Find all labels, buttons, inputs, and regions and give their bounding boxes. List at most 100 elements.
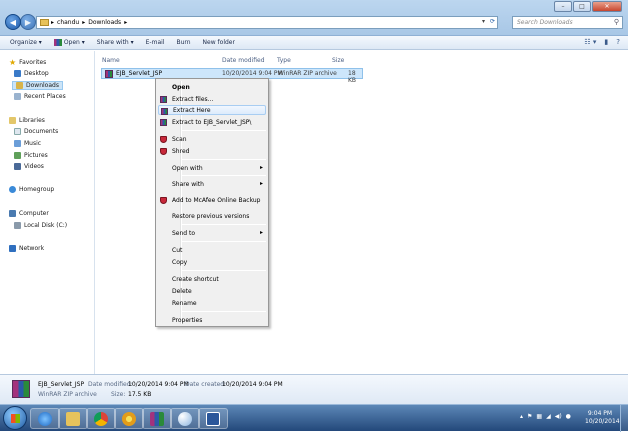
- folder-icon: [40, 19, 49, 26]
- menu-mcafee-backup[interactable]: Add to McAfee Online Backup: [158, 195, 266, 205]
- word-icon: [206, 411, 220, 426]
- pictures-icon: [14, 152, 21, 159]
- menu-separator: [182, 130, 266, 131]
- taskbar-explorer-button[interactable]: [58, 408, 88, 429]
- menu-send-to[interactable]: Send to ▸: [158, 228, 266, 238]
- forward-button[interactable]: ▶: [20, 14, 36, 30]
- volume-icon[interactable]: ◀): [555, 413, 562, 420]
- address-bar[interactable]: ▸ chandu ▸ Downloads ▸ ▾ ⟳: [36, 16, 498, 29]
- details-size-label: Size:: [111, 391, 126, 398]
- menu-delete[interactable]: Delete: [158, 286, 266, 296]
- flag-icon[interactable]: ⚑: [527, 413, 532, 420]
- winrar-archive-icon: [12, 380, 30, 398]
- minimize-button[interactable]: –: [554, 1, 572, 12]
- taskbar-ie-button[interactable]: [30, 408, 60, 429]
- mcafee-shield-icon: [160, 148, 167, 155]
- new-folder-button[interactable]: New folder: [203, 39, 235, 46]
- view-options-icon[interactable]: ☷ ▾: [584, 38, 596, 46]
- refresh-icon[interactable]: ⟳: [490, 18, 495, 25]
- menu-label: Delete: [172, 287, 192, 295]
- nav-downloads[interactable]: Downloads: [12, 81, 63, 90]
- address-dropdown-icon[interactable]: ▾: [482, 18, 485, 25]
- menu-copy[interactable]: Copy: [158, 257, 266, 267]
- nav-music[interactable]: Music: [14, 140, 41, 147]
- email-button[interactable]: E-mail: [146, 39, 165, 46]
- star-icon: ★: [9, 58, 17, 67]
- start-button[interactable]: [3, 406, 27, 430]
- network-icon: [9, 245, 16, 252]
- nav-libraries[interactable]: Libraries: [9, 117, 45, 124]
- nav-label: Documents: [24, 128, 59, 135]
- preview-pane-icon[interactable]: ▮: [604, 38, 608, 46]
- signal-icon[interactable]: ◢: [546, 413, 551, 420]
- search-icon[interactable]: ⚲: [614, 18, 619, 26]
- computer-icon: [9, 210, 16, 217]
- help-icon[interactable]: ?: [616, 38, 620, 46]
- taskbar-word-button[interactable]: [198, 408, 228, 429]
- tray-expand-icon[interactable]: ▴: [520, 413, 523, 420]
- submenu-arrow-icon: ▸: [259, 229, 263, 236]
- nav-label: Network: [19, 245, 45, 252]
- menu-rename[interactable]: Rename: [158, 298, 266, 308]
- nav-label: Homegroup: [19, 186, 55, 193]
- clock[interactable]: 9:04 PM 10/20/2014: [585, 410, 620, 426]
- menu-open-with[interactable]: Open with ▸: [158, 163, 266, 173]
- taskbar-chrome-button[interactable]: [86, 408, 116, 429]
- nav-pictures[interactable]: Pictures: [14, 152, 48, 159]
- menu-restore-previous-versions[interactable]: Restore previous versions: [158, 211, 266, 221]
- search-input[interactable]: Search Downloads ⚲: [512, 16, 623, 29]
- menu-share-with[interactable]: Share with ▸: [158, 179, 266, 189]
- status-icon[interactable]: ●: [566, 413, 571, 420]
- menu-cut[interactable]: Cut: [158, 245, 266, 255]
- menu-scan[interactable]: Scan: [158, 134, 266, 144]
- close-button[interactable]: ✕: [592, 1, 622, 12]
- crumb-separator[interactable]: ▸: [124, 19, 127, 26]
- organize-button[interactable]: Organize ▾: [10, 39, 42, 46]
- homegroup-icon: [9, 186, 16, 193]
- show-desktop-button[interactable]: [620, 405, 628, 432]
- taskbar-paint-button[interactable]: [170, 408, 200, 429]
- nav-local-disk[interactable]: Local Disk (C:): [14, 222, 67, 229]
- taskbar-winrar-button[interactable]: [142, 408, 172, 429]
- nav-network[interactable]: Network: [9, 245, 44, 252]
- submenu-arrow-icon: ▸: [259, 164, 263, 171]
- network-tray-icon[interactable]: ▦: [536, 413, 542, 420]
- column-date-modified[interactable]: Date modified: [222, 57, 265, 64]
- menu-create-shortcut[interactable]: Create shortcut: [158, 274, 266, 284]
- nav-documents[interactable]: Documents: [14, 128, 58, 135]
- taskbar-app-button[interactable]: [114, 408, 144, 429]
- details-date-modified: 10/20/2014 9:04 PM: [128, 381, 189, 388]
- breadcrumb-downloads[interactable]: Downloads: [88, 19, 121, 26]
- file-date: 10/20/2014 9:04 PM: [222, 70, 283, 77]
- crumb-separator[interactable]: ▸: [82, 19, 85, 26]
- nav-recent-places[interactable]: Recent Places: [14, 93, 66, 100]
- nav-computer[interactable]: Computer: [9, 210, 49, 217]
- menu-separator: [182, 270, 266, 271]
- nav-homegroup[interactable]: Homegroup: [9, 186, 54, 193]
- nav-desktop[interactable]: Desktop: [14, 70, 49, 77]
- back-button[interactable]: ◀: [5, 14, 21, 30]
- breadcrumb-chandu[interactable]: chandu: [57, 19, 79, 26]
- downloads-icon: [16, 82, 23, 89]
- menu-extract-files[interactable]: Extract files...: [158, 94, 266, 104]
- winrar-archive-icon: [105, 69, 113, 78]
- menu-extract-to[interactable]: Extract to EJB_Servlet_JSP\: [158, 117, 266, 127]
- drive-icon: [14, 222, 21, 229]
- column-size[interactable]: Size: [332, 57, 344, 64]
- menu-extract-here[interactable]: Extract Here: [158, 105, 266, 115]
- menu-shred[interactable]: Shred: [158, 146, 266, 156]
- menu-properties[interactable]: Properties: [158, 315, 266, 325]
- menu-label: Share with: [172, 180, 204, 188]
- menu-open[interactable]: Open: [158, 82, 266, 92]
- details-file-name: EJB_Servlet_JSP: [38, 381, 85, 388]
- column-type[interactable]: Type: [277, 57, 291, 64]
- burn-button[interactable]: Burn: [176, 39, 190, 46]
- nav-videos[interactable]: Videos: [14, 163, 44, 170]
- column-name[interactable]: Name: [102, 57, 120, 64]
- open-button[interactable]: Open ▾: [53, 39, 85, 46]
- system-tray: ▴ ⚑ ▦ ◢ ◀) ●: [520, 413, 571, 420]
- nav-favorites[interactable]: ★ Favorites: [9, 58, 46, 67]
- taskbar: ▴ ⚑ ▦ ◢ ◀) ● 9:04 PM 10/20/2014: [0, 404, 628, 432]
- maximize-button[interactable]: □: [573, 1, 591, 12]
- share-with-button[interactable]: Share with ▾: [97, 39, 134, 46]
